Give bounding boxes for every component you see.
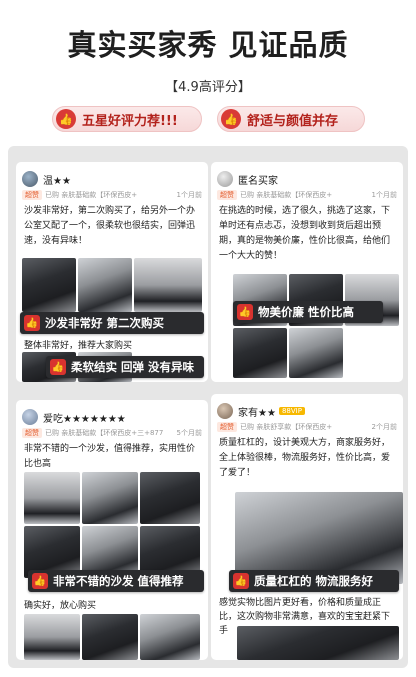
thumbs-up-icon: 👍 (24, 315, 40, 331)
review-time: 1个月前 (176, 191, 202, 199)
review-card[interactable]: 匿名买家 超赞 已购 亲肤基础款【环保西皮+ 1个月前 在挑选的时候，选了很久，… (211, 162, 403, 382)
avatar (217, 403, 233, 419)
thumbs-up-icon: 👍 (221, 109, 241, 129)
purchase-info: 已购 亲肤舒享款【环保西皮+ (240, 423, 333, 431)
rating-subtitle: 【4.9高评分】 (165, 80, 251, 95)
comfort-pill: 👍 舒适与颜值并存 (217, 106, 365, 132)
thumbs-up-icon: 👍 (237, 304, 253, 320)
review-photo[interactable] (82, 472, 138, 524)
thumbs-up-icon: 👍 (32, 573, 48, 589)
highlight-banner: 👍 质量杠杠的 物流服务好 (229, 570, 399, 592)
reviews-panel: 温★★ 超赞 已购 亲肤基础款【环保西皮+ 1个月前 沙发非常好，第二次购买了，… (8, 146, 408, 668)
review-photo[interactable] (233, 328, 287, 378)
review-photo[interactable] (140, 614, 200, 660)
avatar (217, 171, 233, 187)
reviewer-name: 爱吃★★★★★★★ (43, 413, 126, 425)
thumbs-up-icon: 👍 (50, 359, 66, 375)
review-footer: 确实好，放心购买 (24, 601, 97, 611)
reviewer-name: 匿名买家 (238, 175, 278, 187)
review-photo[interactable] (237, 626, 399, 660)
thumbs-up-icon: 👍 (233, 573, 249, 589)
review-card[interactable]: 温★★ 超赞 已购 亲肤基础款【环保西皮+ 1个月前 沙发非常好，第二次购买了，… (16, 162, 208, 382)
review-photo[interactable] (134, 258, 202, 312)
highlight-banner: 👍 物美价廉 性价比高 (233, 301, 383, 323)
reviewer-name: 温★★ (43, 175, 71, 187)
vip-badge: 88VIP (278, 407, 305, 415)
five-star-pill: 👍 五星好评力荐!!! (52, 106, 202, 132)
thumbs-up-icon: 👍 (56, 109, 76, 129)
avatar (22, 409, 38, 425)
review-card[interactable]: 家有★★ 88VIP 超赞 已购 亲肤舒享款【环保西皮+ 2个月前 质量杠杠的，… (211, 394, 403, 660)
highlight-banner: 👍 非常不错的沙发 值得推荐 (28, 570, 204, 592)
review-text: 沙发非常好，第二次购买了，给另外一个办公室又配了一个，很柔软也很结实，回弹迅速，… (24, 206, 196, 246)
reviewer-name: 家有★★ (238, 407, 276, 419)
rating-badge: 超赞 (22, 428, 42, 438)
review-photo[interactable] (140, 472, 200, 524)
pill-label: 五星好评力荐!!! (82, 113, 178, 129)
review-time: 1个月前 (371, 191, 397, 199)
review-text: 非常不错的一个沙发，值得推荐，实用性价比也高 (24, 444, 196, 469)
review-photo[interactable] (24, 472, 80, 524)
review-time: 5个月前 (176, 429, 202, 437)
review-time: 2个月前 (371, 423, 397, 431)
review-photo[interactable] (24, 614, 80, 660)
review-photo[interactable] (78, 258, 132, 312)
purchase-info: 已购 亲肤基础款【环保西皮+ (45, 191, 138, 199)
purchase-info: 已购 亲肤基础款【环保西皮+ (240, 191, 333, 199)
review-text: 质量杠杠的，设计美观大方，商家服务好，全上体验很棒，物流服务好，性价比高，爱了爱… (219, 438, 391, 478)
purchase-info: 已购 亲肤基础款【环保西皮+三+877 (45, 429, 164, 437)
pill-label: 舒适与颜值并存 (247, 113, 339, 129)
rating-badge: 超赞 (217, 190, 237, 200)
review-footer: 整体非常好，推荐大家购买 (24, 341, 133, 351)
rating-badge: 超赞 (217, 422, 237, 432)
review-card[interactable]: 爱吃★★★★★★★ 超赞 已购 亲肤基础款【环保西皮+三+877 5个月前 非常… (16, 400, 208, 660)
review-text: 在挑选的时候，选了很久，挑选了这家，下单时还有点忐忑，没想到收到货后超出预期，真… (219, 206, 391, 261)
avatar (22, 171, 38, 187)
review-photo[interactable] (82, 614, 138, 660)
page-title: 真实买家秀 见证品质 (67, 28, 349, 62)
rating-badge: 超赞 (22, 190, 42, 200)
review-photo[interactable] (289, 328, 343, 378)
highlight-banner: 👍 沙发非常好 第二次购买 (20, 312, 204, 334)
highlight-banner: 👍 柔软结实 回弹 没有异味 (46, 356, 204, 378)
review-photo[interactable] (22, 258, 76, 312)
